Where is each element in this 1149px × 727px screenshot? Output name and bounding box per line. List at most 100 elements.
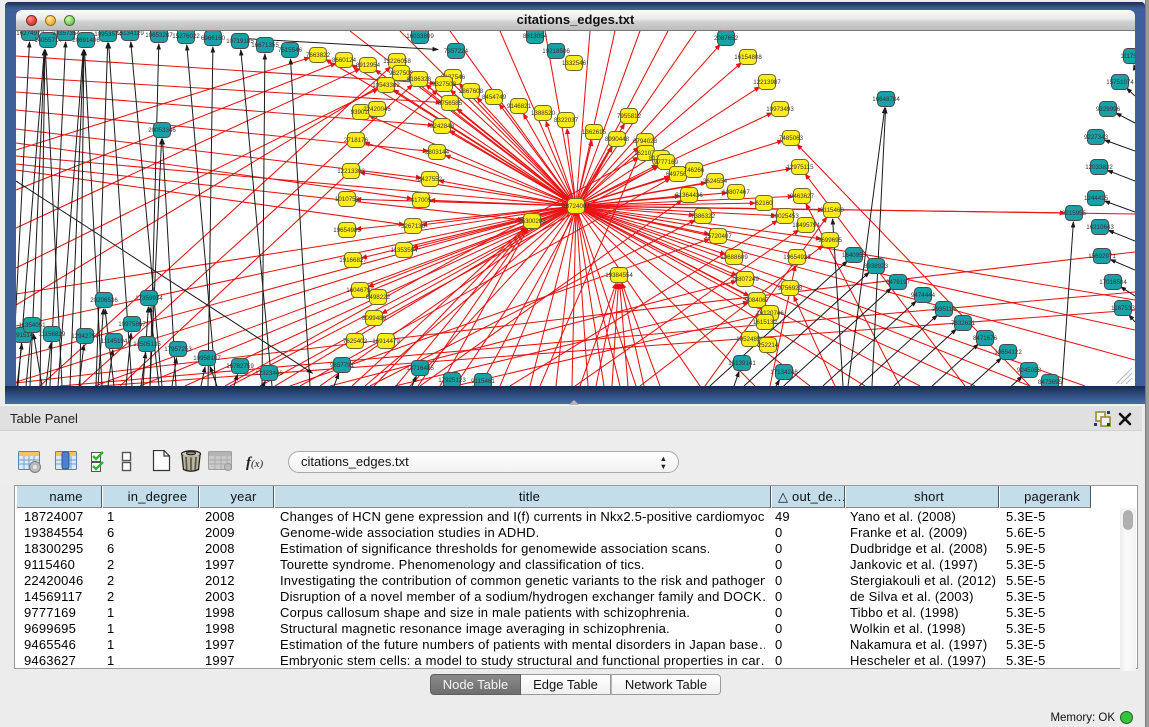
svg-text:17016504: 17016504 bbox=[1099, 279, 1127, 286]
svg-text:17134246: 17134246 bbox=[770, 369, 798, 376]
svg-text:12505135: 12505135 bbox=[133, 341, 161, 348]
svg-text:1117533: 1117533 bbox=[1120, 53, 1135, 60]
svg-text:9463627: 9463627 bbox=[790, 193, 815, 200]
svg-text:11145194: 11145194 bbox=[101, 338, 128, 345]
svg-text:16914479: 16914479 bbox=[372, 338, 400, 345]
svg-text:3215955: 3215955 bbox=[1062, 210, 1087, 217]
svg-text:417005: 417005 bbox=[411, 197, 432, 204]
svg-text:10807467: 10807467 bbox=[722, 189, 750, 196]
svg-text:8912954: 8912954 bbox=[356, 62, 381, 69]
svg-text:2087652: 2087652 bbox=[714, 35, 739, 42]
svg-text:16210643: 16210643 bbox=[1086, 224, 1114, 231]
svg-text:2935114: 2935114 bbox=[932, 306, 956, 313]
svg-text:252214: 252214 bbox=[758, 342, 779, 349]
svg-text:19654985: 19654985 bbox=[333, 227, 361, 234]
svg-text:62160: 62160 bbox=[755, 200, 773, 207]
svg-text:746266: 746266 bbox=[684, 167, 705, 174]
svg-text:19654923: 19654923 bbox=[783, 254, 811, 261]
svg-text:11354051: 11354051 bbox=[18, 322, 46, 329]
svg-text:16154808: 16154808 bbox=[734, 54, 762, 61]
svg-text:11353594: 11353594 bbox=[390, 247, 418, 254]
svg-text:8473695: 8473695 bbox=[1038, 379, 1063, 386]
svg-text:8186328: 8186328 bbox=[407, 76, 432, 83]
svg-text:9474444: 9474444 bbox=[911, 292, 936, 299]
svg-text:1640953: 1640953 bbox=[842, 252, 867, 259]
svg-text:9245052: 9245052 bbox=[1017, 367, 1042, 374]
svg-text:7386322: 7386322 bbox=[691, 213, 716, 220]
svg-text:15751074: 15751074 bbox=[1106, 79, 1134, 86]
svg-text:17925123: 17925123 bbox=[438, 377, 466, 384]
svg-text:9756928: 9756928 bbox=[778, 285, 803, 292]
svg-text:9857791: 9857791 bbox=[330, 362, 355, 369]
svg-text:9227343: 9227343 bbox=[1084, 134, 1109, 141]
svg-text:15276022: 15276022 bbox=[172, 33, 200, 40]
svg-text:1615132: 1615132 bbox=[753, 319, 778, 326]
svg-text:9115461: 9115461 bbox=[471, 378, 495, 385]
svg-text:391514: 391514 bbox=[16, 332, 34, 339]
svg-text:20053346: 20053346 bbox=[148, 127, 176, 134]
svg-text:8427552: 8427552 bbox=[418, 176, 443, 183]
svg-text:17359934: 17359934 bbox=[135, 295, 163, 302]
svg-text:12213303: 12213303 bbox=[337, 168, 365, 175]
svg-text:1388520: 1388520 bbox=[531, 110, 556, 117]
svg-text:8756585: 8756585 bbox=[438, 100, 463, 107]
svg-text:10025453: 10025453 bbox=[771, 213, 799, 220]
svg-text:1167533: 1167533 bbox=[1111, 305, 1135, 312]
svg-text:19384554: 19384554 bbox=[605, 272, 633, 279]
svg-text:21364436: 21364436 bbox=[675, 192, 703, 199]
svg-text:2803144: 2803144 bbox=[425, 149, 450, 156]
svg-text:10543382: 10543382 bbox=[372, 82, 400, 89]
svg-text:2718176: 2718176 bbox=[344, 137, 369, 144]
svg-text:18807249: 18807249 bbox=[731, 276, 759, 283]
svg-text:7632621: 7632621 bbox=[951, 320, 976, 327]
svg-text:10653287: 10653287 bbox=[145, 32, 173, 39]
svg-text:20206536: 20206536 bbox=[90, 297, 118, 304]
svg-text:16648784: 16648784 bbox=[872, 96, 900, 103]
svg-text:19218506: 19218506 bbox=[542, 48, 570, 55]
svg-text:15692971: 15692971 bbox=[1088, 253, 1116, 260]
svg-text:11156829: 11156829 bbox=[39, 331, 66, 338]
svg-text:8471676: 8471676 bbox=[973, 335, 998, 342]
svg-text:(x): (x) bbox=[251, 458, 264, 470]
svg-text:12323446: 12323446 bbox=[255, 370, 283, 377]
svg-text:2867608: 2867608 bbox=[459, 88, 484, 95]
svg-text:7625402: 7625402 bbox=[343, 338, 368, 345]
svg-text:8813054: 8813054 bbox=[523, 33, 548, 40]
svg-text:6479197: 6479197 bbox=[886, 279, 911, 286]
svg-text:15720407: 15720407 bbox=[704, 233, 732, 240]
svg-text:10958107: 10958107 bbox=[193, 355, 221, 362]
svg-text:1332546: 1332546 bbox=[562, 60, 587, 67]
svg-text:17957253: 17957253 bbox=[164, 346, 192, 353]
svg-text:7485063: 7485063 bbox=[779, 135, 804, 142]
svg-text:16782759: 16782759 bbox=[226, 363, 254, 370]
svg-text:8660124: 8660124 bbox=[332, 57, 357, 64]
svg-text:6794028: 6794028 bbox=[633, 138, 658, 145]
svg-text:10719185: 10719185 bbox=[226, 38, 254, 45]
svg-text:9329996: 9329996 bbox=[1096, 106, 1121, 113]
svg-text:9699695: 9699695 bbox=[818, 237, 843, 244]
svg-text:12975115: 12975115 bbox=[786, 164, 814, 171]
svg-text:18495794: 18495794 bbox=[792, 222, 820, 229]
svg-text:22420046: 22420046 bbox=[363, 106, 391, 113]
svg-text:15139141: 15139141 bbox=[728, 360, 756, 367]
svg-text:8099489: 8099489 bbox=[362, 315, 387, 322]
svg-text:7663822: 7663822 bbox=[306, 52, 331, 59]
svg-text:1010753: 1010753 bbox=[335, 196, 360, 203]
svg-text:8938923: 8938923 bbox=[864, 263, 889, 270]
svg-text:10688609: 10688609 bbox=[720, 254, 748, 261]
svg-text:12033832: 12033832 bbox=[1085, 164, 1113, 171]
svg-text:6966160: 6966160 bbox=[201, 35, 226, 42]
svg-text:7357224: 7357224 bbox=[444, 48, 469, 55]
svg-text:19166827: 19166827 bbox=[339, 257, 367, 264]
svg-text:16033809: 16033809 bbox=[406, 33, 434, 40]
svg-text:12942757: 12942757 bbox=[71, 333, 99, 340]
svg-text:9146821: 9146821 bbox=[507, 103, 532, 110]
svg-text:13226058: 13226058 bbox=[383, 58, 411, 65]
svg-text:7515546: 7515546 bbox=[278, 47, 303, 54]
svg-text:13716485: 13716485 bbox=[406, 365, 434, 372]
svg-text:8498222: 8498222 bbox=[366, 294, 391, 301]
svg-text:9777169: 9777169 bbox=[654, 159, 679, 166]
svg-text:3624554: 3624554 bbox=[703, 178, 728, 185]
svg-text:16671355: 16671355 bbox=[251, 42, 279, 49]
svg-text:15134129: 15134129 bbox=[116, 31, 144, 37]
